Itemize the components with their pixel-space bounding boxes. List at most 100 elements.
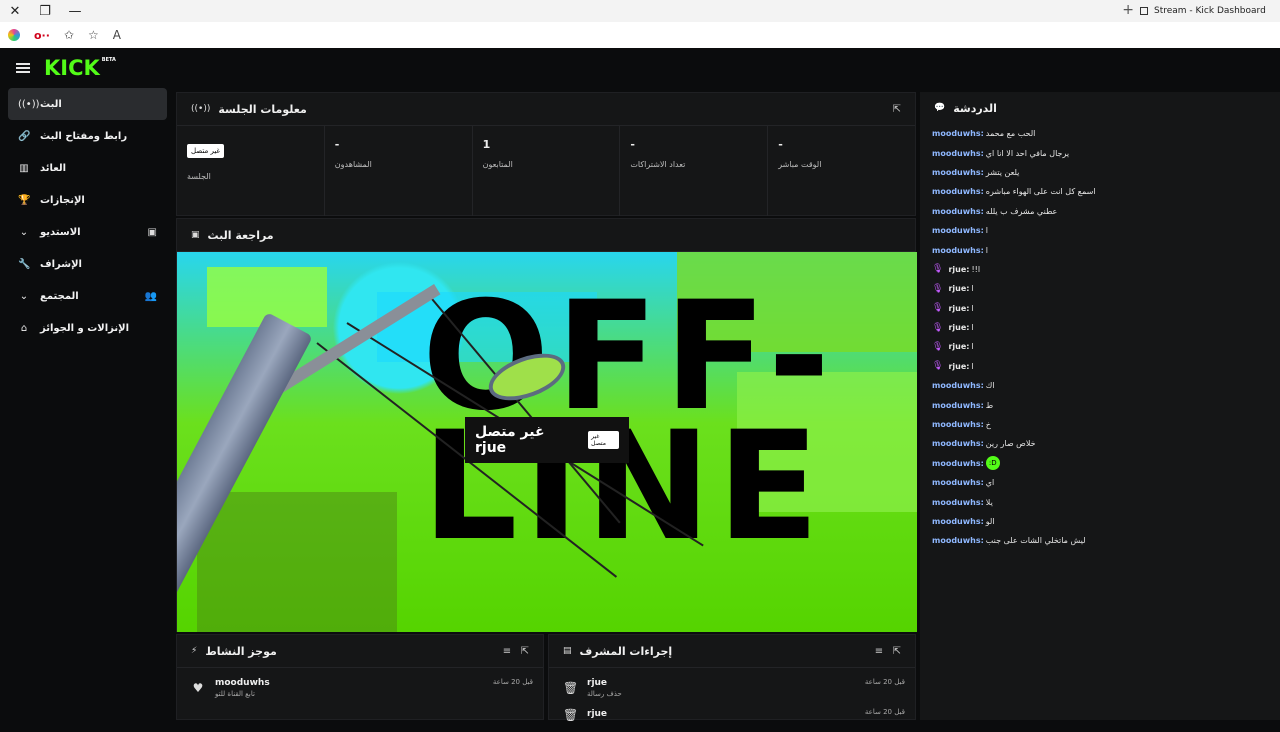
favorites-icon[interactable]: ✩: [64, 28, 74, 42]
chat-username[interactable]: mooduwhs:: [932, 187, 984, 196]
menu-icon[interactable]: [16, 63, 30, 73]
chat-username[interactable]: mooduwhs:: [932, 381, 984, 390]
sidebar-item-label: الإشراف: [40, 258, 82, 270]
page-icon: [1140, 7, 1148, 15]
chat-username[interactable]: mooduwhs:: [932, 439, 984, 448]
browser-tab[interactable]: Stream - Kick Dashboard: [1140, 0, 1280, 22]
activity-user[interactable]: mooduwhs: [215, 678, 270, 688]
sidebar-item-moderation[interactable]: 🔧 الإشراف: [8, 248, 167, 280]
stat-session: غير متصل الجلسة: [177, 126, 325, 216]
offline-card-name: غير متصل rjue: [475, 424, 545, 456]
chat-message: 🎙 rjue: ا: [920, 318, 1280, 337]
minimize-window-button[interactable]: —: [60, 0, 90, 22]
trophy-icon: 🏆: [18, 194, 31, 206]
restore-window-button[interactable]: ❐: [30, 0, 60, 22]
stat-value: 1: [482, 138, 491, 151]
stream-preview-panel: ▣ مراجعة البث OFF- LINE غير متصل rjue غير…: [176, 218, 917, 632]
film-icon: ▣: [191, 230, 200, 240]
chat-message: mooduwhs: اك: [920, 376, 1280, 395]
art-block: [197, 492, 397, 632]
sidebar: ((•)) البث 🔗 رابط ومفتاح البث ▥ العائد 🏆…: [0, 88, 170, 720]
read-aloud-icon[interactable]: A: [113, 28, 121, 42]
mod-user[interactable]: rjue: [587, 709, 607, 719]
mod-actions-panel: ▤ إجراءات المشرف ≡ ⇱ 🗑 rjue حذف رسالة قب…: [548, 634, 916, 722]
mic-badge-icon: 🎙: [932, 283, 944, 294]
stat-value: -: [334, 138, 340, 151]
kick-logo[interactable]: KICK: [44, 56, 100, 80]
star-icon[interactable]: ☆: [88, 28, 99, 42]
chat-username[interactable]: mooduwhs:: [932, 149, 984, 158]
chat-text: اسمع كل انت على الهواء مباشره: [985, 187, 1096, 197]
chat-username[interactable]: mooduwhs:: [932, 459, 984, 468]
sidebar-item-stream[interactable]: ((•)) البث: [8, 88, 167, 120]
sidebar-item-revenue[interactable]: ▥ العائد: [8, 152, 167, 184]
sidebar-item-stream-key[interactable]: 🔗 رابط ومفتاح البث: [8, 120, 167, 152]
panel-title: مراجعة البث: [207, 228, 274, 242]
broadcast-icon: ((•)): [191, 104, 211, 114]
chat-text: ط: [985, 400, 994, 410]
chat-username[interactable]: mooduwhs:: [932, 517, 984, 526]
heart-icon: ♥: [192, 681, 204, 695]
timestamp: قبل 20 ساعة: [864, 678, 905, 686]
chat-username[interactable]: rjue:: [948, 362, 969, 371]
panel-header: ▣ مراجعة البث: [177, 219, 915, 252]
chat-text: يلا: [985, 497, 993, 507]
new-tab-button[interactable]: +: [1122, 2, 1134, 18]
sidebar-item-label: الإنجازات: [40, 194, 85, 206]
chat-username[interactable]: mooduwhs:: [932, 168, 984, 177]
chat-username[interactable]: mooduwhs:: [932, 246, 984, 255]
chat-text: خ: [985, 420, 991, 430]
chat-message: mooduwhs: يلعن يتشر: [920, 163, 1280, 182]
browser-toolbar: o·· ✩ ☆ A: [0, 22, 1280, 48]
chat-text: !!ا: [971, 264, 981, 274]
copilot-icon[interactable]: [8, 29, 20, 41]
session-stats: غير متصل الجلسة - المشاهدون 1 المتابعون …: [177, 126, 915, 216]
filter-expand-icons[interactable]: ≡ ⇱: [503, 646, 529, 657]
chat-text: يرجال مافي احد الا انا اي: [985, 148, 1070, 158]
chart-icon: ▥: [19, 162, 29, 174]
tab-title: Stream - Kick Dashboard: [1154, 6, 1266, 16]
activity-text: تابع القناة للتو: [215, 690, 255, 698]
chat-username[interactable]: mooduwhs:: [932, 226, 984, 235]
sidebar-item-label: العائد: [40, 162, 67, 174]
sidebar-item-achievements[interactable]: 🏆 الإنجازات: [8, 184, 167, 216]
sidebar-item-drops[interactable]: ⌂ الإنزالات و الجوائز: [8, 312, 167, 344]
chat-username[interactable]: mooduwhs:: [932, 401, 984, 410]
chat-username[interactable]: rjue:: [948, 265, 969, 274]
stream-preview[interactable]: OFF- LINE غير متصل rjue غير متصل: [177, 252, 917, 632]
chat-username[interactable]: mooduwhs:: [932, 478, 984, 487]
close-window-button[interactable]: ✕: [0, 0, 30, 22]
sidebar-item-community[interactable]: ⌄ المجتمع 👥: [8, 280, 167, 312]
chat-text: ا: [971, 284, 974, 294]
chat-username[interactable]: mooduwhs:: [932, 536, 984, 545]
chat-text: ا: [971, 303, 974, 313]
extension-icon[interactable]: o··: [34, 29, 50, 42]
chat-username[interactable]: mooduwhs:: [932, 207, 984, 216]
expand-icon[interactable]: ⇱: [893, 104, 901, 115]
chat-text: ا: [971, 361, 974, 371]
stat-label: الوقت مباشر: [778, 160, 822, 169]
sidebar-item-studio[interactable]: ⌄ الاستديو ▣: [8, 216, 167, 248]
sidebar-item-label: الاستديو: [40, 226, 81, 238]
lightning-icon: ⚡: [191, 646, 198, 656]
chat-username[interactable]: rjue:: [948, 304, 969, 313]
chat-username[interactable]: mooduwhs:: [932, 420, 984, 429]
stat-label: المشاهدون: [334, 160, 372, 169]
mic-badge-icon: 🎙: [932, 341, 944, 352]
chat-username[interactable]: rjue:: [948, 342, 969, 351]
chat-username[interactable]: mooduwhs:: [932, 498, 984, 507]
chat-message: mooduwhs: ا: [920, 221, 1280, 240]
sidebar-item-label: البث: [40, 98, 62, 110]
sidebar-item-label: المجتمع: [40, 290, 79, 302]
chat-username[interactable]: mooduwhs:: [932, 129, 984, 138]
stat-label: الجلسة: [187, 172, 211, 181]
chat-username[interactable]: rjue:: [948, 284, 969, 293]
chat-username[interactable]: rjue:: [948, 323, 969, 332]
browser-titlebar: ✕ ❐ — + Stream - Kick Dashboard: [0, 0, 1280, 22]
chat-message: mooduwhs: عطني مشرف ب يلله: [920, 202, 1280, 221]
mod-user[interactable]: rjue: [587, 678, 622, 688]
chat-text: ا: [971, 323, 974, 333]
chat-message: mooduwhs: اسمع كل انت على الهواء مباشره: [920, 182, 1280, 201]
offline-card: غير متصل rjue غير متصل: [465, 417, 629, 463]
filter-expand-icons[interactable]: ≡ ⇱: [875, 646, 901, 657]
